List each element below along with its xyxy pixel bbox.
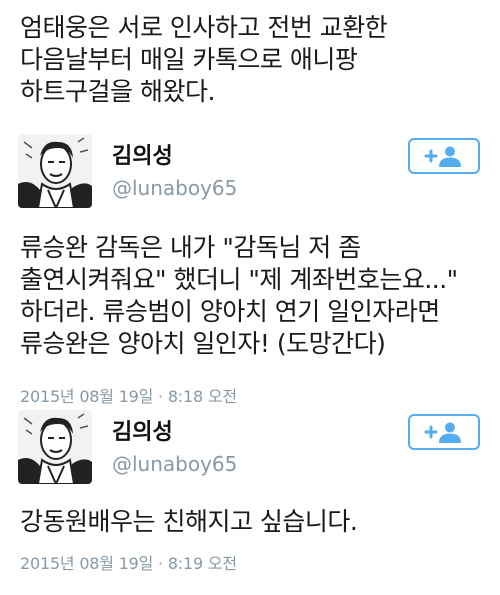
follow-button[interactable] (408, 138, 480, 174)
tweet-text: 강동원배우는 친해지고 싶습니다. (20, 507, 358, 536)
display-name[interactable]: 김의성 (112, 414, 173, 446)
tweet-text: 류승완 감독은 내가 "감독님 저 좀 출연시켜줘요" 했더니 "제 계좌번호는… (20, 233, 458, 358)
tweet-author-row-1: 김의성 @lunaboy65 (18, 134, 480, 214)
user-handle[interactable]: @lunaboy65 (112, 176, 237, 200)
avatar[interactable] (18, 134, 92, 208)
follow-button[interactable] (408, 414, 480, 450)
display-name[interactable]: 김의성 (112, 138, 173, 170)
tweet-timestamp[interactable]: 2015년 08월 19일 · 8:19 오전 (20, 550, 237, 574)
avatar[interactable] (18, 410, 92, 484)
add-user-icon (424, 146, 461, 167)
add-user-icon (424, 422, 461, 443)
user-handle[interactable]: @lunaboy65 (112, 452, 237, 476)
tweet-text-top: 엄태웅은 서로 인사하고 전번 교환한 다음날부터 매일 카톡으로 애니팡 하트… (20, 13, 388, 106)
tweet-author-row-2: 김의성 @lunaboy65 (18, 410, 480, 490)
tweet-timestamp[interactable]: 2015년 08월 19일 · 8:18 오전 (20, 383, 237, 407)
avatar-sketch-image (18, 410, 92, 484)
avatar-sketch-image (18, 134, 92, 208)
